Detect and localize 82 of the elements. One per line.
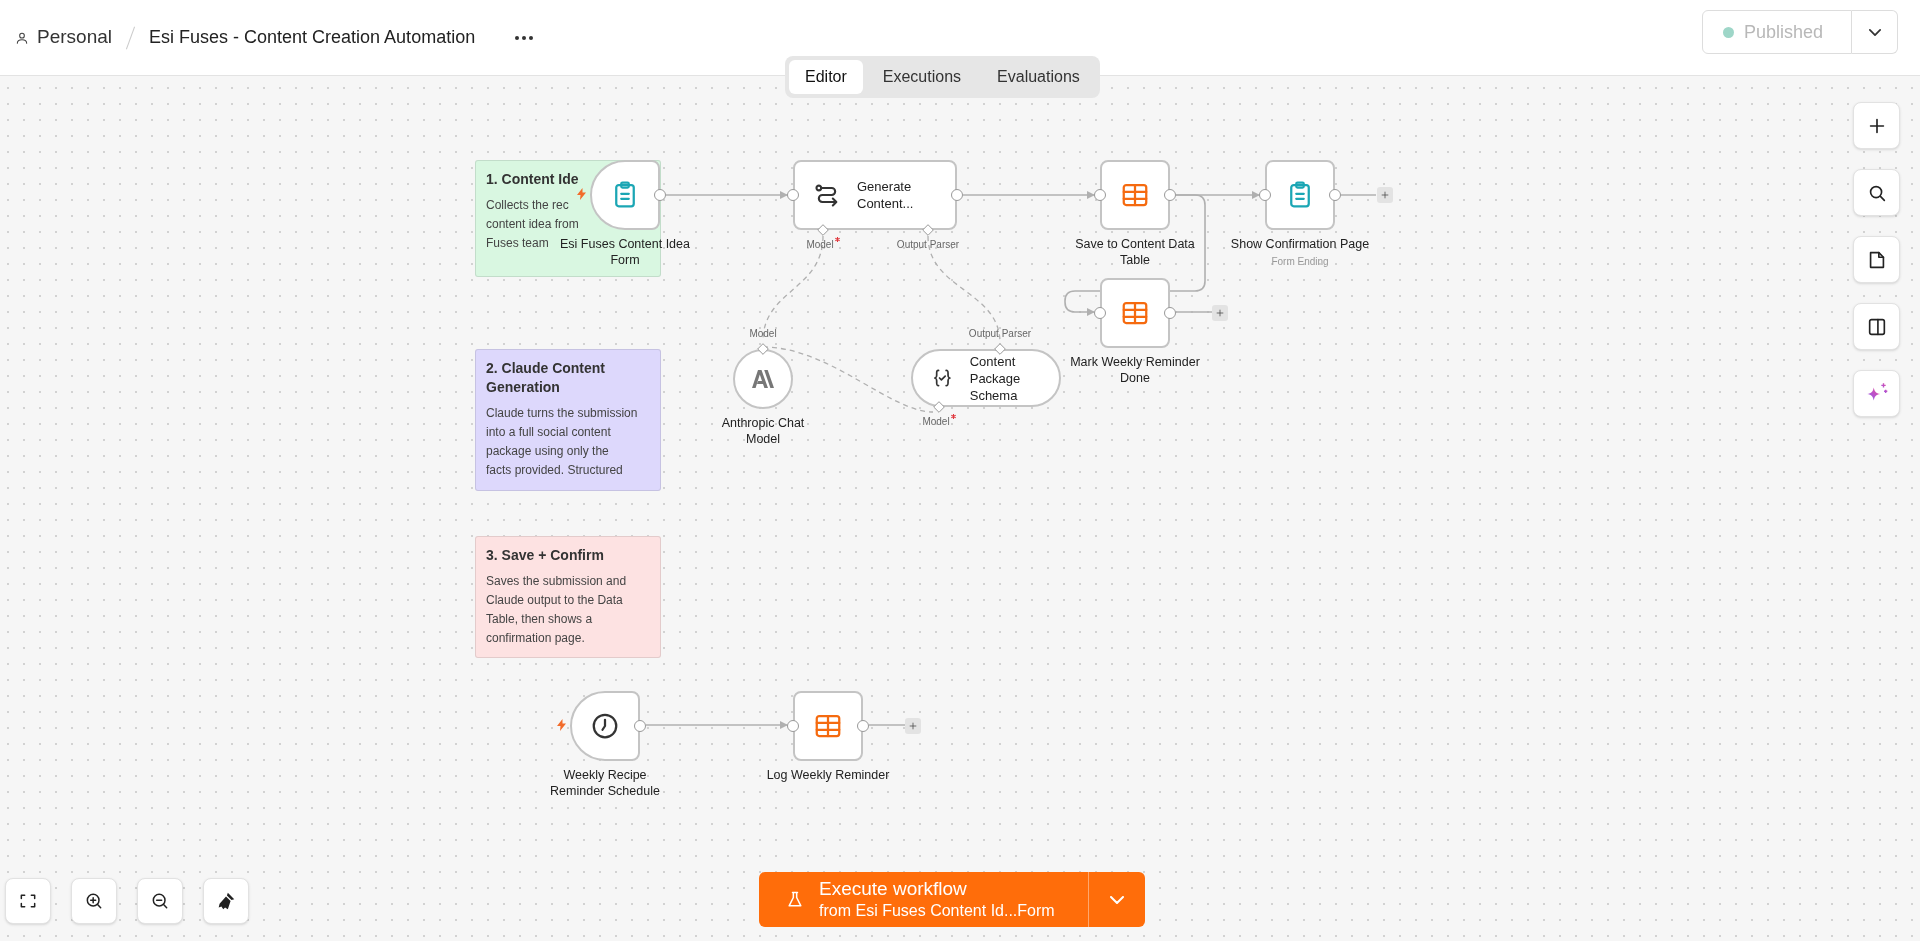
workflow-node[interactable] — [1100, 278, 1170, 348]
add-note-button[interactable] — [1853, 236, 1900, 283]
add-node-button[interactable] — [1853, 102, 1900, 149]
note-title: 1. Content Ide — [486, 170, 579, 189]
connection-port[interactable] — [1094, 189, 1106, 201]
note-text: into a full social content — [486, 424, 611, 441]
lightning-icon — [557, 719, 566, 731]
fit-view-icon — [18, 891, 38, 911]
lightning-icon — [577, 188, 586, 200]
add-node-button[interactable] — [1212, 305, 1228, 321]
connection-port[interactable] — [787, 189, 799, 201]
chevron-down-icon — [1110, 895, 1124, 904]
publish-dropdown-button[interactable] — [1852, 10, 1898, 54]
tidy-up-button[interactable] — [203, 878, 249, 924]
tab[interactable]: Editor — [789, 60, 863, 94]
node-label: Mark Weekly Reminder Done — [1069, 354, 1201, 386]
workflow-node[interactable]: Content Package Schema — [911, 349, 1061, 407]
note-text: Claude turns the submission — [486, 405, 638, 422]
add-node-button[interactable] — [1377, 187, 1393, 203]
node-label: Anthropic Chat Model — [720, 415, 806, 447]
node-label: Esi Fuses Content Idea Form — [560, 236, 690, 268]
connector-diamond[interactable] — [994, 343, 1006, 355]
add-node-button[interactable] — [905, 718, 921, 734]
plus-icon — [908, 721, 918, 731]
note-text: Table, then shows a — [486, 611, 593, 628]
workflow-node[interactable] — [570, 691, 640, 761]
connector-diamond[interactable] — [757, 343, 769, 355]
port-label: Model — [749, 327, 777, 341]
note-text: confirmation page. — [486, 630, 585, 647]
plus-icon — [1215, 308, 1225, 318]
note-text: Saves the submission and — [486, 573, 627, 590]
person-icon — [15, 30, 29, 45]
ai-assistant-button[interactable] — [1853, 370, 1900, 417]
execute-dropdown-button[interactable] — [1088, 872, 1145, 927]
workflow-node[interactable] — [793, 691, 863, 761]
tab[interactable]: Executions — [866, 60, 978, 94]
chevron-down-icon — [1868, 28, 1881, 36]
zoom-in-button[interactable] — [71, 878, 117, 924]
project-link[interactable]: Personal — [37, 23, 112, 52]
flask-icon — [785, 889, 805, 910]
connector-diamond[interactable] — [922, 224, 934, 236]
node-subtitle: Form Ending — [1271, 255, 1329, 269]
connector-diamond[interactable] — [933, 401, 945, 413]
note-text: content idea from — [486, 216, 579, 233]
port-label: Output Parser — [968, 327, 1032, 341]
search-button[interactable] — [1853, 169, 1900, 216]
zoom-in-icon — [84, 891, 104, 911]
connection-port[interactable] — [787, 720, 799, 732]
zoom-out-icon — [150, 891, 170, 911]
port-label: Output Parser — [896, 238, 960, 252]
port-label: Model — [806, 238, 834, 252]
connection-port[interactable] — [1259, 189, 1271, 201]
node-label: Show Confirmation Page — [1230, 236, 1370, 252]
note-text: facts provided. Structured — [486, 462, 623, 479]
connection-line — [868, 724, 906, 726]
clock-icon — [590, 711, 620, 741]
node-label: Save to Content Data Table — [1074, 236, 1196, 268]
tab[interactable]: Evaluations — [981, 60, 1096, 94]
workflow-title[interactable]: Esi Fuses - Content Creation Automation — [149, 24, 476, 51]
note-text: Fuses team — [486, 235, 549, 252]
workflow-node[interactable] — [1265, 160, 1335, 230]
logo-icon — [752, 370, 774, 388]
note-title: 3. Save + Confirm — [486, 546, 604, 565]
note-title: 2. Claude Content Generation — [486, 359, 606, 397]
note-text: Collects the rec — [486, 197, 569, 214]
fit-view-button[interactable] — [5, 878, 51, 924]
node-title: Content Package Schema — [969, 352, 1022, 404]
plus-icon — [1380, 190, 1390, 200]
workflow-node[interactable]: Generate Content... — [793, 160, 957, 230]
note-text: Claude output to the Data — [486, 592, 623, 609]
workflow-node[interactable] — [1100, 160, 1170, 230]
workflow-node[interactable] — [733, 349, 793, 409]
connection-port[interactable] — [1094, 307, 1106, 319]
node-label: Weekly Recipe Reminder Schedule — [549, 767, 661, 799]
node-label: Log Weekly Reminder — [766, 767, 890, 783]
connection-line — [1340, 194, 1377, 196]
note-text: package using only the — [486, 443, 609, 460]
port-label: Model — [922, 415, 950, 429]
connector-diamond[interactable] — [817, 224, 829, 236]
zoom-out-button[interactable] — [137, 878, 183, 924]
node-title: Generate Content... — [857, 178, 915, 212]
panel-button[interactable] — [1853, 303, 1900, 350]
